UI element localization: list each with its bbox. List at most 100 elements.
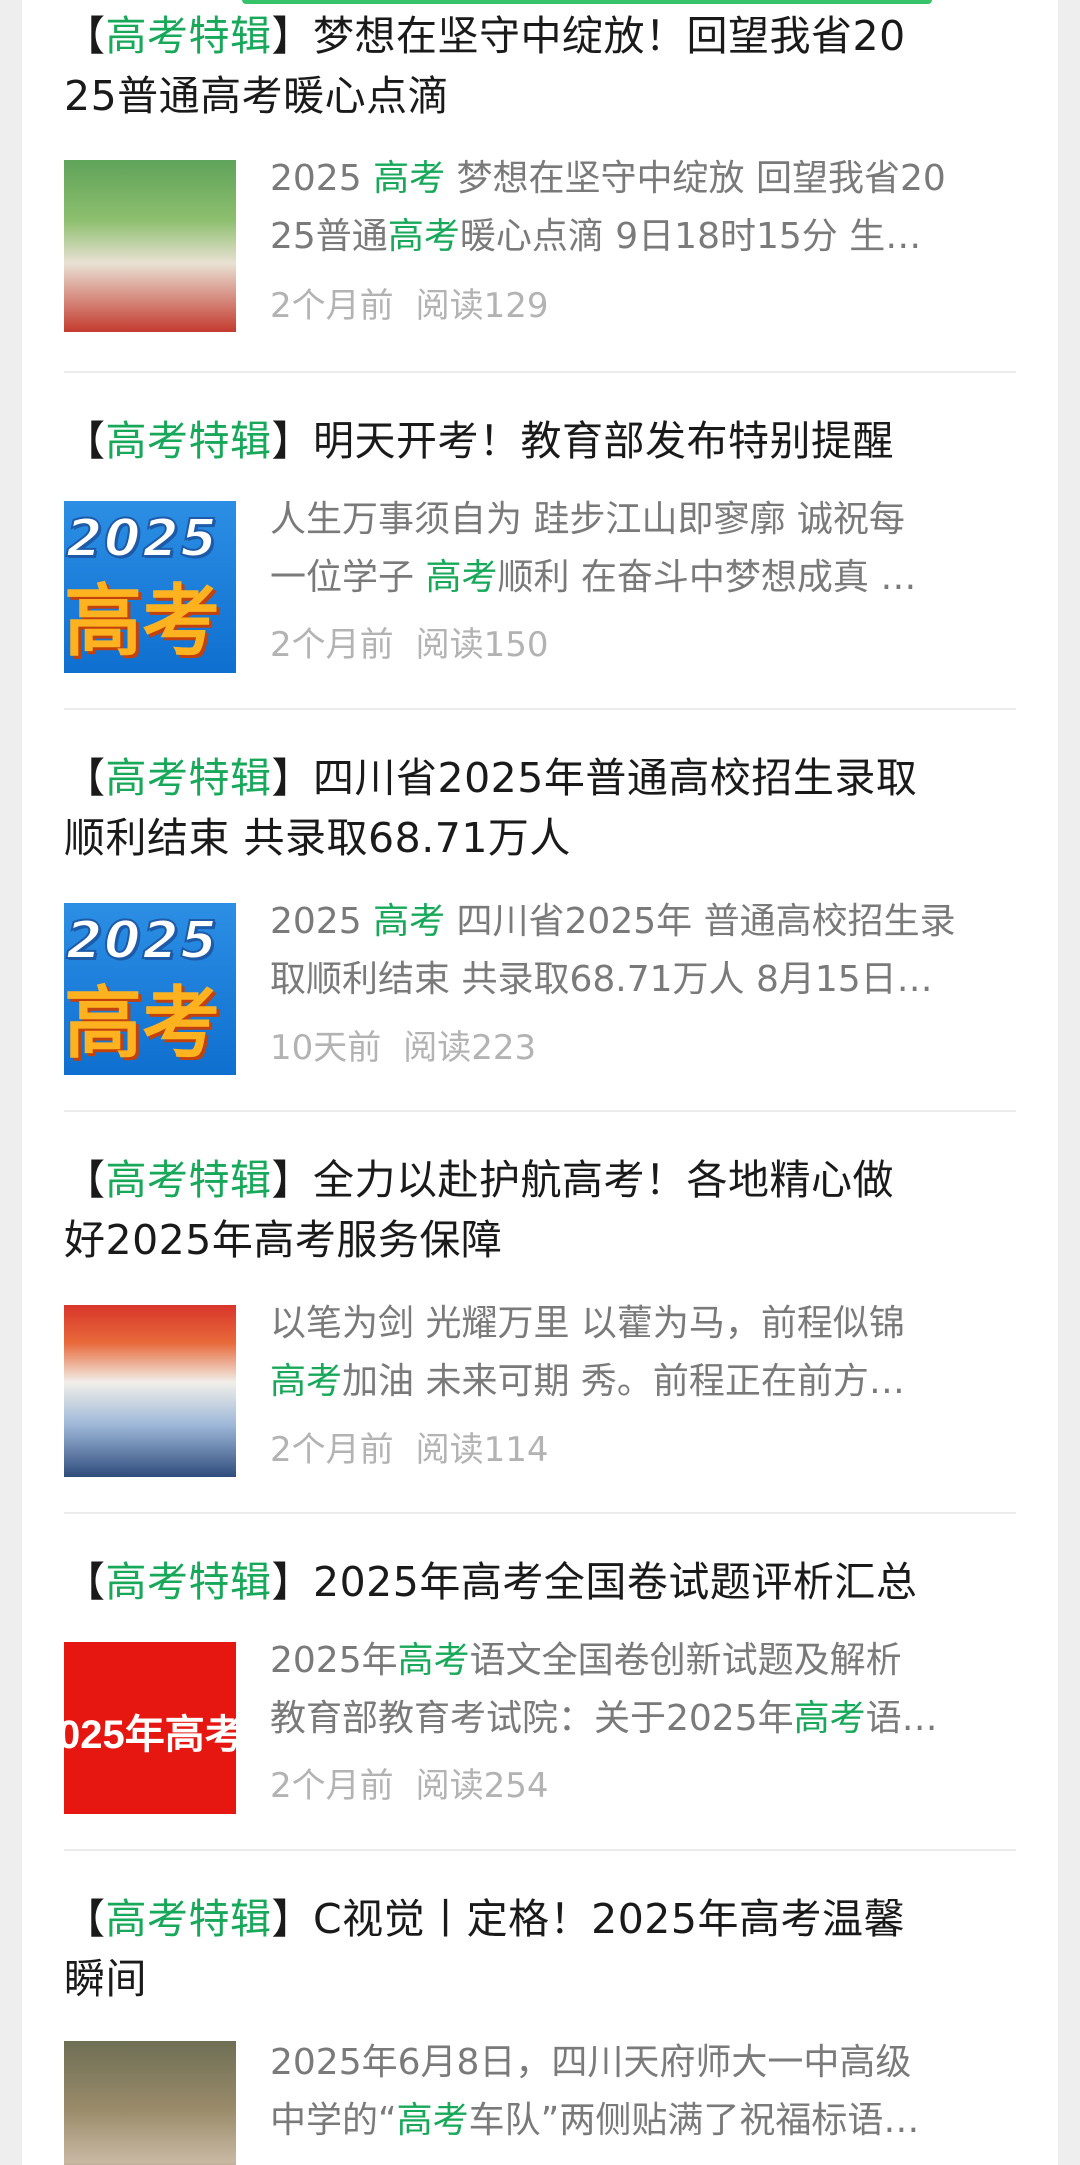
article-thumbnail[interactable]: 2025 高考 <box>64 501 236 673</box>
article-thumbnail[interactable] <box>64 1305 236 1477</box>
article-item[interactable]: 【高考特辑】2025年高考全国卷试题评析汇总 025年高考 2025年高考语文全国卷… <box>64 1514 1016 1851</box>
article-list: 【高考特辑】梦想在坚守中绽放！回望我省20 25普通高考暖心点滴 2025 高考 梦… <box>64 0 1016 2165</box>
article-title-line: 【高考特辑】明天开考！教育部发布特别提醒 <box>64 411 1024 471</box>
article-thumbnail[interactable]: 2025 高考 <box>64 903 236 1075</box>
title-text: 】四川省2025年普通高校招生录取 <box>271 754 918 802</box>
article-thumbnail[interactable] <box>64 2041 236 2165</box>
snippet-text: 2025年6月8日，四川天府师大一中高级 <box>270 2042 912 2083</box>
snippet-text: 语… <box>865 1698 938 1739</box>
article-snippet-line: 中学的“高考车队”两侧贴满了祝福标语… <box>270 2092 1022 2150</box>
snippet-text: 教育部教育考试院：关于2025年 <box>270 1698 794 1739</box>
article-item[interactable]: 【高考特辑】C视觉丨定格！2025年高考温馨 瞬间 2025年6月8日，四川天府师大… <box>64 1851 1016 2165</box>
thumbnail-year-text: 2025 <box>65 910 219 972</box>
snippet-text: 2025年 <box>270 1640 398 1681</box>
article-title[interactable]: 【高考特辑】全力以赴护航高考！各地精心做 好2025年高考服务保障 <box>64 1150 1024 1270</box>
article-title[interactable]: 【高考特辑】2025年高考全国卷试题评析汇总 <box>64 1552 1024 1612</box>
thumbnail-gaokao-text: 高考 <box>64 979 221 1069</box>
snippet-text: 梦想在坚守中绽放 回望我省20 <box>445 158 946 199</box>
article-title-line: 【高考特辑】2025年高考全国卷试题评析汇总 <box>64 1552 1024 1612</box>
article-title-line: 【高考特辑】C视觉丨定格！2025年高考温馨 <box>64 1889 1024 1949</box>
snippet-text: 中学的“ <box>270 2100 397 2141</box>
snippet-keyword: 高考 <box>397 1640 470 1681</box>
article-snippet: 2025年高考语文全国卷创新试题及解析教育部教育考试院：关于2025年高考语… <box>270 1632 1022 1748</box>
article-snippet-line: 人生万事须自为 跬步江山即寥廓 诚祝每 <box>270 491 1022 549</box>
snippet-text: 四川省2025年 普通高校招生录 <box>445 901 956 942</box>
thumbnail-caption-text: 025年高考 <box>64 1713 236 1757</box>
read-count: 阅读254 <box>415 1766 549 1806</box>
article-thumbnail[interactable] <box>64 160 236 332</box>
snippet-keyword: 高考 <box>387 216 460 257</box>
article-snippet-line: 2025 高考 四川省2025年 普通高校招生录 <box>270 893 1022 951</box>
article-item[interactable]: 【高考特辑】四川省2025年普通高校招生录取 顺利结束 共录取68.71万人 202… <box>64 710 1016 1112</box>
snippet-keyword: 高考 <box>373 901 446 942</box>
publish-time: 2个月前 <box>270 1766 394 1806</box>
article-title-line: 【高考特辑】梦想在坚守中绽放！回望我省20 <box>64 6 1024 66</box>
article-title[interactable]: 【高考特辑】四川省2025年普通高校招生录取 顺利结束 共录取68.71万人 <box>64 748 1024 868</box>
title-text: 【 <box>64 12 106 60</box>
article-thumbnail[interactable]: 025年高考 <box>64 1642 236 1814</box>
article-meta: 2个月前 阅读150 <box>270 625 549 665</box>
article-title-line: 顺利结束 共录取68.71万人 <box>64 808 1024 868</box>
article-snippet-line: 教育部教育考试院：关于2025年高考语… <box>270 1690 1022 1748</box>
article-title-line: 好2025年高考服务保障 <box>64 1210 1024 1270</box>
article-title[interactable]: 【高考特辑】明天开考！教育部发布特别提醒 <box>64 411 1024 471</box>
snippet-keyword: 高考 <box>396 2100 469 2141</box>
title-keyword: 高考特辑 <box>105 12 272 60</box>
publish-time: 2个月前 <box>270 1430 394 1470</box>
read-count: 阅读129 <box>415 286 549 326</box>
title-text: 瞬间 <box>64 1955 147 2003</box>
snippet-text: 人生万事须自为 跬步江山即寥廓 诚祝每 <box>270 499 905 540</box>
article-snippet-line: 2025 高考 梦想在坚守中绽放 回望我省20 <box>270 150 1022 208</box>
title-text: 【 <box>64 1895 106 1943</box>
article-snippet: 2025 高考 四川省2025年 普通高校招生录取顺利结束 共录取68.71万人… <box>270 893 1022 1009</box>
article-snippet-line: 以笔为剑 光耀万里 以藿为马，前程似锦 <box>270 1295 1022 1353</box>
snippet-text: 一位学子 <box>270 557 426 598</box>
title-keyword: 高考特辑 <box>105 754 272 802</box>
snippet-text: 顺利 在奋斗中梦想成真 … <box>497 557 917 598</box>
article-snippet-line: 高考加油 未来可期 秀。前程正在前方… <box>270 1353 1022 1411</box>
snippet-keyword: 高考 <box>270 1361 343 1402</box>
article-meta: 2个月前 阅读114 <box>270 1430 549 1470</box>
snippet-text: 取顺利结束 共录取68.71万人 8月15日… <box>270 959 933 1000</box>
publish-time: 2个月前 <box>270 625 394 665</box>
thumbnail-gaokao-text: 高考 <box>64 577 221 667</box>
article-item[interactable]: 【高考特辑】全力以赴护航高考！各地精心做 好2025年高考服务保障 以笔为剑 光耀万… <box>64 1112 1016 1514</box>
title-keyword: 高考特辑 <box>105 1558 272 1606</box>
article-item[interactable]: 【高考特辑】明天开考！教育部发布特别提醒 2025 高考 人生万事须自为 跬步江山即寥… <box>64 373 1016 710</box>
article-meta: 10天前 阅读223 <box>270 1028 536 1068</box>
title-keyword: 高考特辑 <box>105 417 272 465</box>
snippet-text: 25普通 <box>270 216 388 257</box>
snippet-text: 语文全国卷创新试题及解析 <box>469 1640 902 1681</box>
article-snippet: 2025 高考 梦想在坚守中绽放 回望我省20 25普通高考暖心点滴 9日18时1… <box>270 150 1022 266</box>
publish-time: 2个月前 <box>270 286 394 326</box>
article-snippet-line: 2025年6月8日，四川天府师大一中高级 <box>270 2034 1022 2092</box>
article-snippet: 2025年6月8日，四川天府师大一中高级 中学的“高考车队”两侧贴满了祝福标语… <box>270 2034 1022 2150</box>
snippet-text: 以笔为剑 光耀万里 以藿为马，前程似锦 <box>270 1303 905 1344</box>
article-snippet-line: 取顺利结束 共录取68.71万人 8月15日… <box>270 951 1022 1009</box>
article-title-line: 【高考特辑】四川省2025年普通高校招生录取 <box>64 748 1024 808</box>
snippet-text: 车队”两侧贴满了祝福标语… <box>468 2100 920 2141</box>
snippet-text: 2025 <box>270 158 374 199</box>
thumbnail-year-text: 2025 <box>65 508 219 570</box>
title-text: 】C视觉丨定格！2025年高考温馨 <box>271 1895 905 1943</box>
article-title-line: 【高考特辑】全力以赴护航高考！各地精心做 <box>64 1150 1024 1210</box>
article-snippet-line: 25普通高考暖心点滴 9日18时15分 生… <box>270 208 1022 266</box>
article-meta: 2个月前 阅读129 <box>270 286 549 326</box>
title-text: 【 <box>64 417 106 465</box>
article-snippet: 人生万事须自为 跬步江山即寥廓 诚祝每 一位学子 高考顺利 在奋斗中梦想成真 … <box>270 491 1022 607</box>
article-item[interactable]: 【高考特辑】梦想在坚守中绽放！回望我省20 25普通高考暖心点滴 2025 高考 梦… <box>64 0 1016 373</box>
article-title[interactable]: 【高考特辑】C视觉丨定格！2025年高考温馨瞬间 <box>64 1889 1024 2009</box>
snippet-text: 2025 <box>270 901 374 942</box>
title-text: 】2025年高考全国卷试题评析汇总 <box>271 1558 918 1606</box>
read-count: 阅读114 <box>415 1430 549 1470</box>
snippet-keyword: 高考 <box>373 158 446 199</box>
title-text: 】梦想在坚守中绽放！回望我省20 <box>271 12 906 60</box>
title-text: 】明天开考！教育部发布特别提醒 <box>271 417 894 465</box>
article-list-page: 【高考特辑】梦想在坚守中绽放！回望我省20 25普通高考暖心点滴 2025 高考 梦… <box>22 0 1058 2165</box>
title-text: 【 <box>64 1558 106 1606</box>
article-meta: 2个月前 阅读254 <box>270 1766 549 1806</box>
snippet-text: 加油 未来可期 秀。前程正在前方… <box>342 1361 905 1402</box>
article-title-line: 瞬间 <box>64 1949 1024 2009</box>
article-title[interactable]: 【高考特辑】梦想在坚守中绽放！回望我省20 25普通高考暖心点滴 <box>64 6 1024 126</box>
title-text: 【 <box>64 1156 106 1204</box>
